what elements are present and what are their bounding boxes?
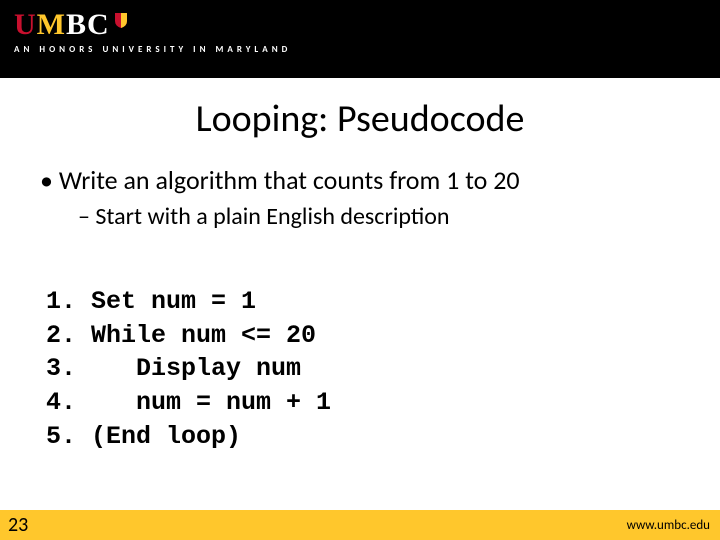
page-number: 23 bbox=[0, 510, 36, 540]
logo: UMBC bbox=[14, 10, 720, 40]
slide-title: Looping: Pseudocode bbox=[28, 96, 692, 142]
logo-text: UMBC bbox=[14, 10, 110, 40]
code-line-5: 5. (End loop) bbox=[46, 422, 241, 451]
bullet-main: Write an algorithm that counts from 1 to… bbox=[40, 164, 692, 196]
logo-letter-b: B bbox=[66, 10, 87, 40]
header-bar: UMBC AN HONORS UNIVERSITY IN MARYLAND bbox=[0, 0, 720, 78]
pseudocode-block: 1. Set num = 1 2. While num <= 20 3. Dis… bbox=[46, 251, 692, 487]
code-line-4: 4. num = num + 1 bbox=[46, 388, 331, 417]
logo-letter-c: C bbox=[87, 10, 110, 40]
shield-icon bbox=[114, 12, 128, 28]
code-line-1: 1. Set num = 1 bbox=[46, 287, 256, 316]
content-area: Looping: Pseudocode Write an algorithm t… bbox=[0, 78, 720, 540]
tagline: AN HONORS UNIVERSITY IN MARYLAND bbox=[14, 44, 720, 55]
bullet-sub: Start with a plain English description bbox=[78, 202, 692, 231]
code-line-3: 3. Display num bbox=[46, 354, 301, 383]
footer-bar: 23 www.umbc.edu bbox=[0, 510, 720, 540]
code-line-2: 2. While num <= 20 bbox=[46, 321, 316, 350]
slide: UMBC AN HONORS UNIVERSITY IN MARYLAND Lo… bbox=[0, 0, 720, 540]
footer-url: www.umbc.edu bbox=[627, 518, 710, 533]
logo-letter-m: M bbox=[37, 10, 66, 40]
logo-letter-u: U bbox=[14, 10, 37, 40]
